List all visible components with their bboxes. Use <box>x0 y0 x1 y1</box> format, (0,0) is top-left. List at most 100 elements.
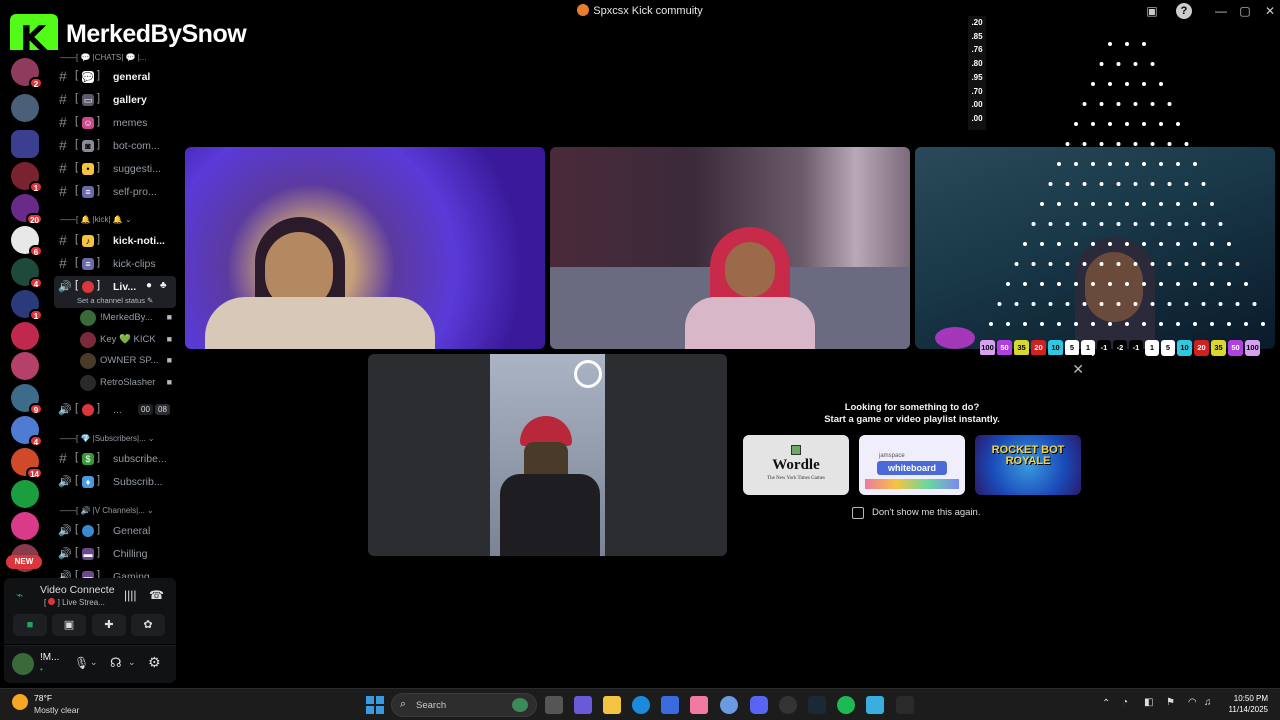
server-icon[interactable]: 4 <box>11 258 43 289</box>
server-icon[interactable] <box>11 512 39 540</box>
server-icon[interactable] <box>11 480 39 508</box>
voice-channel-general[interactable]: 🔊[] General <box>54 520 176 542</box>
activity-card-rocket-bot[interactable]: ROCKET BOT ROYALE <box>975 435 1081 495</box>
microphone-icon[interactable]: 🎙 <box>74 656 89 670</box>
avatar[interactable] <box>12 653 34 675</box>
channel-label: memes <box>113 117 148 129</box>
voice-channel-chilling[interactable]: 🔊[▬] Chilling <box>54 543 176 565</box>
obs-icon[interactable] <box>779 696 797 714</box>
teams-icon[interactable] <box>574 696 592 714</box>
close-icon[interactable]: ✕ <box>1072 361 1084 378</box>
discord-icon[interactable] <box>750 696 768 714</box>
voice-user[interactable]: OWNER SP... ■ <box>80 351 176 371</box>
voice-user[interactable]: RetroSlasher ■ <box>80 373 176 393</box>
voice-channel-link[interactable]: [ ] Live Strea... <box>44 598 105 607</box>
server-icon[interactable]: 4 <box>11 416 43 447</box>
store-icon[interactable] <box>661 696 679 714</box>
server-icon[interactable] <box>11 130 39 158</box>
server-icon[interactable]: 6 <box>11 226 43 257</box>
notepad-icon[interactable] <box>866 696 884 714</box>
noise-suppression-icon[interactable]: |||| <box>124 588 136 602</box>
clock-time[interactable]: 10:50 PM <box>1226 694 1268 703</box>
channel-memes[interactable]: #[☺] memes <box>54 112 176 134</box>
copilot-icon[interactable] <box>720 696 738 714</box>
server-icon[interactable]: 1 <box>11 162 43 193</box>
camera-button[interactable]: ■ <box>13 614 47 636</box>
chevron-down-icon[interactable]: ⌄ <box>128 657 136 668</box>
dont-show-checkbox[interactable] <box>852 507 864 519</box>
dont-show-label[interactable]: Don't show me this again. <box>872 507 980 518</box>
inbox-icon[interactable]: ▣ <box>1144 3 1160 19</box>
tray-icon-2[interactable]: ◧ <box>1144 697 1153 708</box>
category-subscribers[interactable]: ——[ 💎 |Subscribers|... ⌄ <box>60 434 155 448</box>
category-vchannels[interactable]: ——[ 🔊 |V Channels|... ⌄ <box>60 506 154 520</box>
voice-user[interactable]: Key 💚 KICK ■ <box>80 330 176 350</box>
channel-kick-notifications[interactable]: #[♪] kick-noti... <box>54 230 176 252</box>
voice-channel-live[interactable]: 🔊[] Liv... ● ♣ Set a channel status ✎ <box>54 276 176 308</box>
epic-games-icon[interactable] <box>896 696 914 714</box>
category-chats[interactable]: ——[ 💬 |CHATS| 💬 |... <box>60 53 146 67</box>
channel-self-promo[interactable]: #[≡] self-pro... <box>54 181 176 203</box>
voice-channel-live-2[interactable]: 🔊[] ... 00 08 <box>54 399 176 421</box>
channel-subscribers[interactable]: #[$] subscribe... <box>54 448 176 470</box>
weather-temp[interactable]: 78°F <box>34 693 52 703</box>
close-window-button[interactable]: ✕ <box>1262 3 1278 19</box>
help-icon[interactable]: ? <box>1176 3 1192 19</box>
disconnect-icon[interactable]: ☎ <box>149 588 164 602</box>
server-icon[interactable]: 1 <box>11 290 43 321</box>
channel-status-prompt[interactable]: Set a channel status ✎ <box>77 296 153 305</box>
multiplier-value: .20 <box>971 18 983 27</box>
connection-signal-icon[interactable]: ⌁ <box>16 588 23 602</box>
screen-share-button[interactable]: ▣ <box>52 614 86 636</box>
chat-bubble-icon[interactable]: ● <box>146 280 152 291</box>
tray-icon-3[interactable]: ⚑ <box>1166 697 1175 708</box>
weather-desc[interactable]: Mostly clear <box>34 705 79 715</box>
tray-icon-1[interactable]: ◔ <box>1122 697 1128 708</box>
server-icon[interactable]: 2 <box>11 58 43 89</box>
minimize-button[interactable]: — <box>1213 3 1229 19</box>
server-icon[interactable] <box>11 322 39 350</box>
soundboard-button[interactable]: ✿ <box>131 614 165 636</box>
chevron-up-icon[interactable]: ⌃ <box>1102 698 1110 709</box>
server-icon[interactable] <box>11 352 39 380</box>
video-tile-2[interactable] <box>550 147 910 349</box>
activity-card-whiteboard[interactable]: jamspace whiteboard <box>859 435 965 495</box>
chevron-down-icon[interactable]: ⌄ <box>90 657 98 668</box>
wifi-icon[interactable]: ◠ <box>1188 697 1197 708</box>
activities-button[interactable]: ✚ <box>92 614 126 636</box>
clock-date[interactable]: 11/14/2025 <box>1220 705 1268 714</box>
voice-user[interactable]: !MerkedBy... ■ <box>80 308 176 328</box>
voice-channel-subscribers[interactable]: 🔊[♦] Subscrib... <box>54 471 176 493</box>
channel-gallery[interactable]: #[▭] gallery <box>54 89 176 111</box>
plinko-peg <box>1244 322 1248 326</box>
server-icon[interactable]: 14 <box>11 448 43 479</box>
file-explorer-icon[interactable] <box>603 696 621 714</box>
channel-general[interactable]: #[💬] general <box>54 66 176 88</box>
add-user-icon[interactable]: ♣ <box>160 280 167 291</box>
voice-status[interactable]: Video Connecte <box>40 584 115 596</box>
headphones-icon[interactable]: ☊ <box>110 655 122 671</box>
channel-bot-commands[interactable]: #[◙] bot-com... <box>54 135 176 157</box>
taskbar-search[interactable]: ⌕ Search <box>391 693 537 717</box>
video-tile-1[interactable] <box>185 147 545 349</box>
server-icon[interactable]: 20 <box>11 194 43 225</box>
edge-icon[interactable] <box>632 696 650 714</box>
gear-icon[interactable]: ⚙ <box>148 654 161 671</box>
maximize-button[interactable]: ▢ <box>1237 3 1253 19</box>
windows-start-icon[interactable] <box>366 696 384 714</box>
category-kick[interactable]: ——[ 🔔 |kick| 🔔 ⌄ <box>60 215 132 229</box>
channel-kick-clips[interactable]: #[≡] kick-clips <box>54 253 176 275</box>
volume-icon[interactable]: ♫ <box>1204 697 1212 708</box>
video-tile-4[interactable] <box>368 354 727 556</box>
clipchamp-icon[interactable] <box>690 696 708 714</box>
activity-card-wordle[interactable]: Wordle The New York Times Games <box>743 435 849 495</box>
weather-icon[interactable] <box>12 694 28 710</box>
activity-panel: ✕ Looking for something to do? Start a g… <box>732 355 1092 556</box>
steam-icon[interactable] <box>808 696 826 714</box>
username[interactable]: !M... <box>40 652 59 663</box>
task-view-icon[interactable] <box>545 696 563 714</box>
server-icon[interactable]: 9 <box>11 384 43 415</box>
server-icon[interactable] <box>11 94 39 122</box>
spotify-icon[interactable] <box>837 696 855 714</box>
channel-suggestions[interactable]: #[•] suggesti... <box>54 158 176 180</box>
